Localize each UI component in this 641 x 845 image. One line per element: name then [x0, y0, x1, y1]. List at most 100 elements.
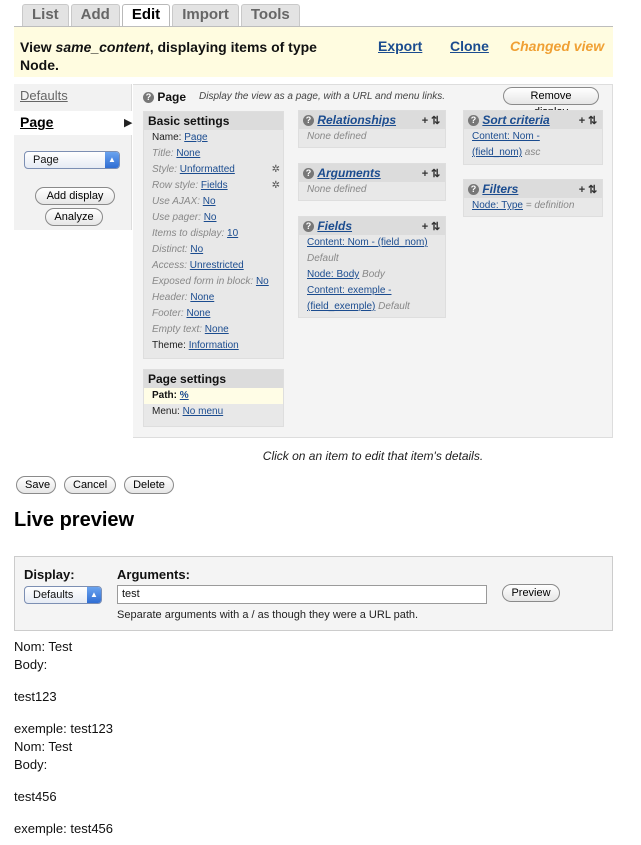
filter-link-type[interactable]: Node: Type [472, 200, 523, 211]
basic-setting-row: Theme: Information [144, 338, 283, 354]
preview-button[interactable]: Preview [502, 584, 560, 602]
basic-setting-label: Access: [152, 260, 188, 271]
field-link-exemple[interactable]: Content: exemple - [307, 285, 392, 296]
add-icon[interactable]: + [421, 165, 431, 183]
arrow-right-icon: ▶ [124, 117, 133, 129]
basic-setting-label: Footer: [152, 308, 184, 319]
help-icon[interactable]: ? [143, 92, 154, 103]
preview-display-select[interactable]: Defaults ▲ [24, 586, 102, 604]
filters-actions: +⇅ [578, 181, 598, 199]
display-type-select[interactable]: Page ▲ [24, 151, 120, 169]
rearrange-icon[interactable]: ⇅ [431, 165, 441, 183]
help-icon[interactable]: ? [303, 168, 314, 179]
field-exemple-format: Default [375, 301, 410, 312]
tab-edit[interactable]: Edit [121, 4, 171, 27]
basic-setting-value[interactable]: No [203, 196, 216, 207]
remove-display-button[interactable]: Remove display [503, 87, 599, 118]
display-settings-panel: ? Page Display the view as a page, with … [133, 84, 613, 473]
tab-list[interactable]: List [22, 4, 69, 26]
output-line: Nom: Test [14, 639, 73, 654]
tab-import[interactable]: Import [172, 4, 239, 26]
delete-button[interactable]: Delete [124, 476, 174, 494]
basic-setting-label: Use AJAX: [152, 196, 200, 207]
add-display-button[interactable]: Add display [35, 187, 115, 205]
basic-setting-value[interactable]: None [190, 292, 214, 303]
select-arrow-icon: ▲ [105, 152, 119, 168]
view-title-line2: Node. [20, 57, 59, 73]
field-link-exemple-name[interactable]: (field_exemple) [307, 301, 375, 312]
add-icon[interactable]: + [421, 218, 431, 236]
rearrange-icon[interactable]: ⇅ [588, 181, 598, 199]
basic-setting-value[interactable]: Fields [201, 180, 228, 191]
filter-item: Node: Type = definition [464, 198, 602, 214]
panel-title-text: Page [157, 90, 187, 104]
help-icon[interactable]: ? [303, 115, 314, 126]
output-line: exemple: test456 [14, 821, 114, 836]
help-icon[interactable]: ? [468, 184, 479, 195]
fields-link[interactable]: Fields [317, 219, 352, 233]
basic-setting-row: Name: Page [144, 130, 283, 146]
filters-header: ? Filters +⇅ [464, 180, 602, 198]
sort-link-field[interactable]: (field_nom) [472, 147, 522, 158]
add-icon[interactable]: + [421, 112, 431, 130]
basic-setting-value[interactable]: Unrestricted [190, 260, 244, 271]
panel-title: ? Page [143, 90, 186, 104]
basic-setting-label: Header: [152, 292, 188, 303]
changed-view-label: Changed view [510, 38, 605, 54]
arguments-box: ? Arguments +⇅ None defined [298, 163, 446, 201]
help-icon[interactable]: ? [468, 115, 479, 126]
clone-link[interactable]: Clone [450, 38, 489, 54]
field-item: Node: Body Body [299, 267, 445, 283]
display-page[interactable]: Page [20, 114, 53, 130]
basic-setting-value[interactable]: None [176, 148, 200, 159]
arguments-link[interactable]: Arguments [317, 166, 380, 180]
help-icon[interactable]: ? [303, 221, 314, 232]
basic-setting-row: Use AJAX: No [144, 194, 283, 210]
basic-setting-value[interactable]: No [256, 276, 269, 287]
basic-setting-label: Name: [152, 132, 182, 143]
basic-setting-row: Items to display: 10 [144, 226, 283, 242]
basic-setting-value[interactable]: Unformatted [180, 164, 235, 175]
page-settings-title: Page settings [144, 370, 283, 388]
arguments-input[interactable]: test [117, 585, 487, 604]
basic-setting-value[interactable]: No [204, 212, 217, 223]
arguments-label: Arguments: [117, 567, 190, 582]
basic-settings-rows: Name: Page Title: None Style: Unformatted ✲… [144, 130, 283, 354]
display-defaults[interactable]: Defaults [20, 88, 68, 103]
analyze-button[interactable]: Analyze [45, 208, 103, 226]
cancel-button[interactable]: Cancel [64, 476, 116, 494]
view-title: View same_content, displaying items of t… [20, 38, 350, 74]
relationships-link[interactable]: Relationships [317, 113, 396, 127]
add-icon[interactable]: + [578, 181, 588, 199]
basic-setting-value[interactable]: None [205, 324, 229, 335]
field-link-body[interactable]: Node: Body [307, 269, 359, 280]
filters-link[interactable]: Filters [482, 182, 518, 196]
live-preview-form: Display: Defaults ▲ Arguments: test Prev… [14, 556, 613, 631]
tab-tools[interactable]: Tools [240, 4, 300, 26]
sort-criteria-link[interactable]: Sort criteria [482, 113, 549, 127]
field-link-nom[interactable]: Content: Nom - (field_nom) [307, 237, 428, 248]
basic-setting-value[interactable]: None [186, 308, 210, 319]
gear-icon[interactable]: ✲ [272, 162, 280, 178]
add-icon[interactable]: + [578, 112, 588, 130]
gear-icon[interactable]: ✲ [272, 178, 280, 194]
sort-link-nom[interactable]: Content: Nom - [472, 131, 540, 142]
rearrange-icon[interactable]: ⇅ [431, 218, 441, 236]
sort-item: (field_nom) asc [464, 145, 602, 161]
basic-settings-title: Basic settings [144, 112, 283, 130]
rearrange-icon[interactable]: ⇅ [431, 112, 441, 130]
path-link[interactable]: % [180, 390, 189, 401]
rearrange-icon[interactable]: ⇅ [588, 112, 598, 130]
basic-setting-value[interactable]: No [190, 244, 203, 255]
field-body-label: Body [359, 269, 385, 280]
menu-link[interactable]: No menu [183, 406, 224, 417]
export-link[interactable]: Export [378, 38, 422, 54]
basic-setting-value[interactable]: 10 [227, 228, 238, 239]
basic-setting-row: Header: None [144, 290, 283, 306]
tab-add[interactable]: Add [70, 4, 120, 26]
basic-setting-value[interactable]: Page [184, 132, 207, 143]
output-line: exemple: test123 [14, 721, 114, 736]
basic-setting-label: Exposed form in block: [152, 276, 254, 287]
save-button[interactable]: Save [16, 476, 56, 494]
basic-setting-value[interactable]: Information [189, 340, 239, 351]
